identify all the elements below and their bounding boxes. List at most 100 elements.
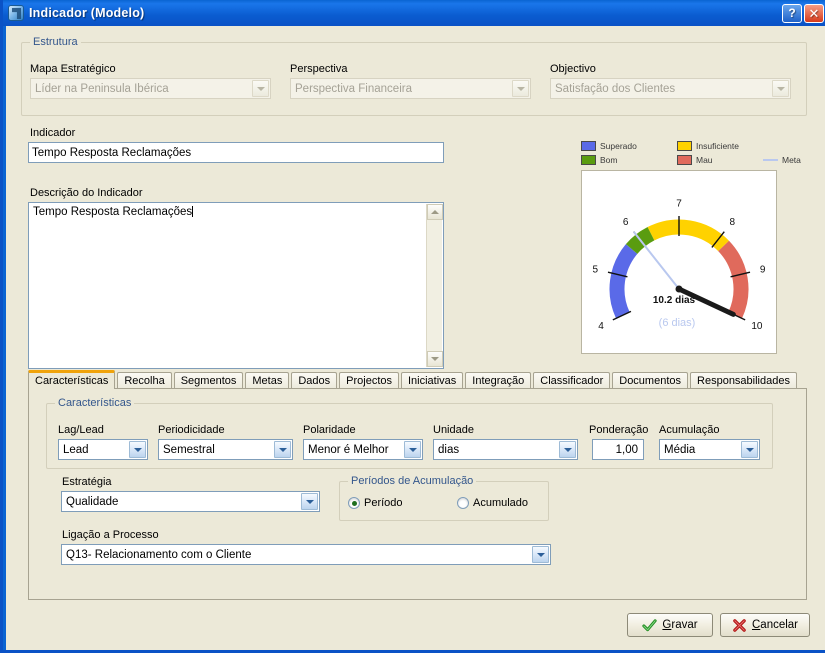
ligacao-processo-select[interactable]: Q13- Relacionamento com o Cliente xyxy=(61,544,551,565)
ligacao-processo-value: Q13- Relacionamento com o Cliente xyxy=(66,548,252,561)
gauge-svg: 4 5 6 7 8 9 10 10.2 dias (6 dias) xyxy=(593,199,766,332)
mapa-estrategico-select[interactable]: Líder na Peninsula Ibérica xyxy=(30,78,271,99)
scroll-down-icon[interactable] xyxy=(427,351,443,367)
ponderacao-input[interactable]: 1,00 xyxy=(592,439,644,460)
gauge-tick-label: 10 xyxy=(751,321,763,332)
tab-segmentos[interactable]: Segmentos xyxy=(173,372,244,389)
check-icon xyxy=(642,618,658,631)
tab-classificador[interactable]: Classificador xyxy=(533,372,611,389)
periodicidade-value: Semestral xyxy=(163,443,215,456)
tab-label: Integração xyxy=(472,375,525,387)
estrategia-select[interactable]: Qualidade xyxy=(61,491,320,512)
descricao-text: Tempo Resposta Reclamações xyxy=(33,206,193,218)
legend-label-superado: Superado xyxy=(600,141,637,151)
legend-item-bom: Bom xyxy=(581,155,617,165)
radio-periodo[interactable]: Período xyxy=(348,497,403,509)
indicador-input[interactable]: Tempo Resposta Reclamações xyxy=(28,142,444,163)
legend-label-mau: Mau xyxy=(696,155,713,165)
polaridade-select[interactable]: Menor é Melhor xyxy=(303,439,423,460)
mapa-estrategico-value: Líder na Peninsula Ibérica xyxy=(35,82,169,95)
polaridade-value: Menor é Melhor xyxy=(308,443,389,456)
legend-item-mau: Mau xyxy=(677,155,713,165)
tab-caracteristicas[interactable]: Características xyxy=(28,370,116,389)
estrategia-value: Qualidade xyxy=(66,495,119,508)
tab-responsabilidades[interactable]: Responsabilidades xyxy=(690,372,797,389)
text-caret xyxy=(192,206,194,217)
legend-item-meta: Meta xyxy=(763,155,801,165)
periodos-group-label: Períodos de Acumulação xyxy=(348,475,477,487)
gauge-tick-label: 4 xyxy=(598,321,604,332)
gauge-band-insuficiente xyxy=(647,219,729,252)
gravar-rest: ravar xyxy=(671,619,698,631)
perspectiva-value: Perspectiva Financeira xyxy=(295,82,412,95)
cross-icon xyxy=(733,618,746,632)
gauge-tick-label: 7 xyxy=(676,199,682,210)
window-title: Indicador (Modelo) xyxy=(29,6,145,20)
legend-swatch-superado xyxy=(581,141,596,151)
laglead-label: Lag/Lead xyxy=(58,424,104,436)
legend-item-superado: Superado xyxy=(581,141,637,151)
tab-label: Metas xyxy=(252,375,283,387)
close-button[interactable]: ✕ xyxy=(804,3,824,23)
legend-line-meta xyxy=(763,159,778,161)
gauge-chart: 4 5 6 7 8 9 10 10.2 dias (6 dias) xyxy=(581,170,777,354)
chevron-down-icon xyxy=(301,493,318,510)
tab-integracao[interactable]: Integração xyxy=(465,372,532,389)
ligacao-processo-label: Ligação a Processo xyxy=(62,529,159,541)
cancelar-rest: ancelar xyxy=(760,619,799,631)
periodicidade-select[interactable]: Semestral xyxy=(158,439,293,460)
chevron-down-icon xyxy=(274,441,291,458)
radio-acumulado-label: Acumulado xyxy=(473,497,529,509)
gauge-value-label: 10.2 dias xyxy=(653,295,696,306)
estrategia-label: Estratégia xyxy=(62,476,112,488)
tab-documentos[interactable]: Documentos xyxy=(612,372,689,389)
scroll-up-icon[interactable] xyxy=(427,204,443,220)
title-bar: Indicador (Modelo) ? ✕ xyxy=(3,0,825,26)
gauge-hub xyxy=(675,285,683,293)
unidade-select[interactable]: dias xyxy=(433,439,578,460)
help-button[interactable]: ? xyxy=(782,3,802,23)
legend-item-insuficiente: Insuficiente xyxy=(677,141,739,151)
acumulacao-value: Média xyxy=(664,443,696,456)
legend-label-bom: Bom xyxy=(600,155,618,165)
tab-label: Iniciativas xyxy=(408,375,457,387)
gauge-target-needle xyxy=(633,231,680,290)
radio-acumulado[interactable]: Acumulado xyxy=(457,497,528,509)
descricao-textarea[interactable]: Tempo Resposta Reclamações xyxy=(28,202,444,369)
laglead-select[interactable]: Lead xyxy=(58,439,148,460)
periodicidade-label: Periodicidade xyxy=(158,424,225,436)
cancelar-button[interactable]: Cancelar xyxy=(720,613,810,637)
tab-label: Responsabilidades xyxy=(697,375,790,387)
descricao-scrollbar[interactable] xyxy=(426,204,443,367)
tab-dados[interactable]: Dados xyxy=(291,372,338,389)
acumulacao-label: Acumulação xyxy=(659,424,720,436)
indicador-label: Indicador xyxy=(30,127,76,139)
radio-periodo-label: Período xyxy=(364,497,403,509)
legend-label-meta: Meta xyxy=(782,155,801,165)
perspectiva-label: Perspectiva xyxy=(290,63,348,75)
acumulacao-select[interactable]: Média xyxy=(659,439,760,460)
descricao-label: Descrição do Indicador xyxy=(30,187,143,199)
chevron-down-icon xyxy=(532,546,549,563)
perspectiva-select[interactable]: Perspectiva Financeira xyxy=(290,78,531,99)
tab-label: Características xyxy=(35,375,109,387)
tab-label: Dados xyxy=(298,375,331,387)
cancelar-label: Cancelar xyxy=(752,619,798,631)
indicator-modal-window: Indicador (Modelo) ? ✕ Estrutura Mapa Es… xyxy=(0,0,825,653)
tab-metas[interactable]: Metas xyxy=(245,372,290,389)
gravar-button[interactable]: Gravar xyxy=(627,613,713,637)
gauge-tick-label: 5 xyxy=(593,265,599,276)
tab-iniciativas[interactable]: Iniciativas xyxy=(401,372,464,389)
tab-projectos[interactable]: Projectos xyxy=(339,372,399,389)
tab-recolha[interactable]: Recolha xyxy=(117,372,172,389)
mapa-estrategico-label: Mapa Estratégico xyxy=(30,63,116,75)
window-controls: ? ✕ xyxy=(782,3,824,23)
tab-label: Documentos xyxy=(619,375,682,387)
gauge-tick-label: 8 xyxy=(730,217,736,228)
radio-periodo-dot xyxy=(348,497,360,509)
gauge-band-mau xyxy=(717,240,749,319)
objectivo-select[interactable]: Satisfação dos Clientes xyxy=(550,78,791,99)
chevron-down-icon xyxy=(772,80,789,97)
gauge-legend: Superado Insuficiente Bom Mau Meta xyxy=(581,141,811,173)
chevron-down-icon xyxy=(129,441,146,458)
